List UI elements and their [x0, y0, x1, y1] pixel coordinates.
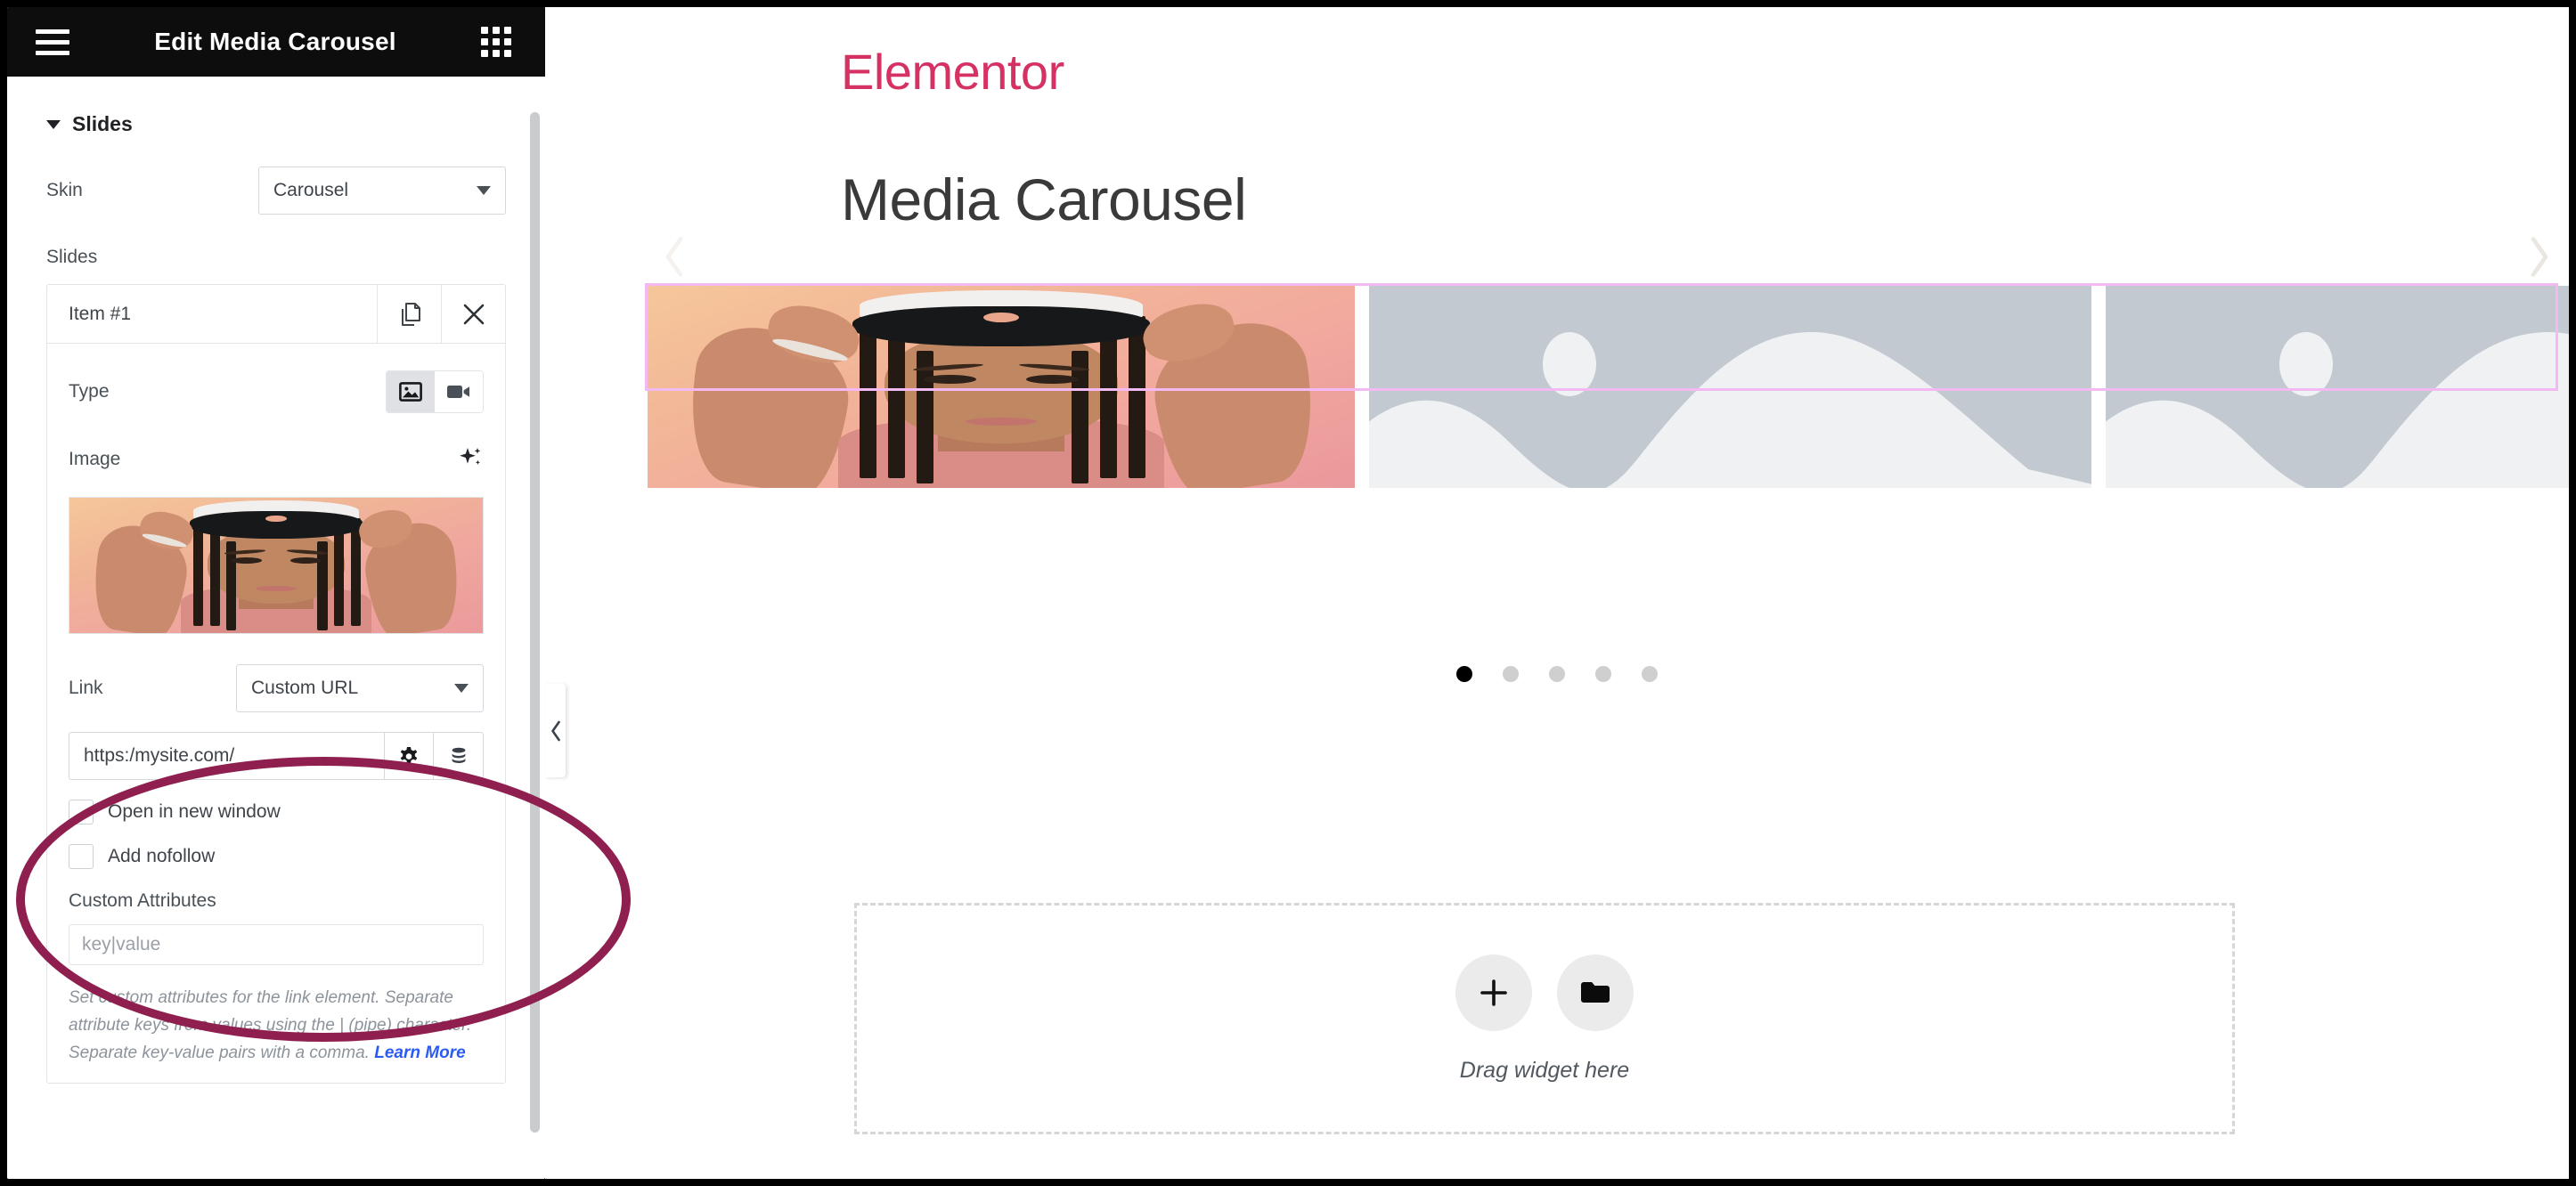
database-icon — [452, 747, 465, 763]
custom-attributes-placeholder: key|value — [82, 934, 161, 954]
custom-attributes-label: Custom Attributes — [69, 890, 216, 911]
dropzone-text: Drag widget here — [1459, 1057, 1630, 1083]
slides-section-title: Slides — [72, 112, 133, 135]
learn-more-link[interactable]: Learn More — [374, 1044, 465, 1062]
page-title: Media Carousel — [841, 167, 1247, 232]
panel-scrollbar[interactable] — [530, 112, 540, 1133]
grid-icon[interactable] — [481, 27, 511, 57]
gear-icon — [400, 747, 418, 763]
carousel-pagination — [545, 666, 2569, 682]
caret-down-icon — [46, 119, 61, 129]
skin-label: Skin — [46, 180, 83, 200]
add-nofollow-label: Add nofollow — [108, 846, 216, 866]
elementor-editor: Edit Media Carousel Slides Skin Carousel… — [0, 0, 2576, 1186]
slides-repeater: Item #1 Type Image Link Custom URL https… — [46, 284, 506, 1084]
custom-attributes-description: Set custom attributes for the link eleme… — [69, 985, 484, 1067]
open-new-window-row[interactable]: Open in new window — [69, 800, 484, 825]
add-nofollow-row[interactable]: Add nofollow — [69, 844, 484, 869]
editor-panel: Edit Media Carousel Slides Skin Carousel… — [7, 7, 545, 1179]
type-label: Type — [69, 381, 110, 402]
editor-canvas: Elementor Media Carousel Drag widget her… — [545, 7, 2569, 1179]
duplicate-item-button[interactable] — [377, 285, 441, 343]
link-options-button[interactable] — [384, 732, 434, 780]
slides-section-header[interactable]: Slides — [7, 77, 545, 136]
dropzone-buttons — [1455, 954, 1634, 1031]
slides-repeater-label: Slides — [46, 247, 98, 267]
carousel-prev-button[interactable] — [659, 234, 689, 285]
link-type-value: Custom URL — [251, 678, 359, 698]
pagination-dot-3[interactable] — [1549, 666, 1565, 682]
pagination-dot-1[interactable] — [1456, 666, 1472, 682]
carousel-slide-1[interactable] — [648, 286, 1355, 488]
hamburger-icon[interactable] — [36, 28, 69, 55]
type-image-button[interactable] — [387, 371, 435, 412]
pagination-dot-5[interactable] — [1642, 666, 1658, 682]
repeater-item-title: Item #1 — [69, 303, 132, 324]
add-widget-button[interactable] — [1455, 954, 1532, 1031]
add-nofollow-checkbox[interactable] — [69, 844, 94, 869]
skin-control-row: Skin Carousel — [7, 167, 545, 215]
widget-dropzone[interactable]: Drag widget here — [854, 903, 2235, 1134]
chevron-down-icon — [477, 186, 491, 195]
image-preview[interactable] — [69, 497, 484, 634]
link-url-value: https:/mysite.com/ — [84, 745, 235, 766]
panel-collapse-handle[interactable] — [545, 684, 566, 777]
folder-icon — [1581, 981, 1610, 1003]
type-video-button[interactable] — [435, 371, 483, 412]
type-toggle-group — [386, 370, 484, 413]
video-camera-icon — [447, 386, 469, 398]
pagination-dot-4[interactable] — [1595, 666, 1611, 682]
image-label: Image — [69, 449, 121, 469]
image-icon — [399, 382, 422, 402]
remove-item-button[interactable] — [441, 285, 505, 343]
panel-body: Slides Skin Carousel Slides Item #1 Type… — [7, 77, 545, 1179]
open-new-window-checkbox[interactable] — [69, 800, 94, 825]
panel-header: Edit Media Carousel — [7, 7, 545, 77]
link-type-select[interactable]: Custom URL — [236, 664, 484, 712]
image-placeholder-icon — [2106, 286, 2569, 488]
chevron-right-icon — [2531, 237, 2548, 277]
chevron-down-icon — [454, 684, 469, 693]
link-label: Link — [69, 678, 103, 698]
skin-select[interactable]: Carousel — [258, 167, 506, 215]
link-url-input[interactable]: https:/mysite.com/ — [69, 732, 384, 780]
media-carousel-widget[interactable] — [648, 286, 2569, 488]
site-brand: Elementor — [841, 44, 1064, 100]
carousel-next-button[interactable] — [2524, 234, 2555, 285]
repeater-item-content: Type Image Link Custom URL https:/mysite… — [47, 370, 505, 1083]
open-new-window-label: Open in new window — [108, 801, 281, 822]
chevron-left-icon — [550, 720, 560, 741]
carousel-slide-3[interactable] — [2106, 286, 2569, 488]
open-library-button[interactable] — [1557, 954, 1634, 1031]
dynamic-tags-button[interactable] — [434, 732, 484, 780]
close-icon — [463, 304, 484, 324]
image-control-row: Image — [47, 440, 505, 479]
panel-title: Edit Media Carousel — [154, 28, 396, 55]
plus-icon — [1480, 979, 1507, 1006]
custom-attributes-input[interactable]: key|value — [69, 924, 484, 965]
sparkle-ai-icon[interactable] — [457, 444, 484, 475]
link-control-row: Link Custom URL — [47, 664, 505, 712]
chevron-left-icon — [665, 237, 683, 277]
skin-value: Carousel — [273, 180, 349, 200]
image-placeholder-icon — [1369, 286, 2091, 488]
copy-icon — [401, 302, 420, 326]
carousel-slide-2[interactable] — [1369, 286, 2091, 488]
type-control-row: Type — [47, 370, 505, 413]
pagination-dot-2[interactable] — [1503, 666, 1519, 682]
link-url-row: https:/mysite.com/ — [69, 732, 484, 780]
repeater-item-header[interactable]: Item #1 — [47, 285, 505, 344]
